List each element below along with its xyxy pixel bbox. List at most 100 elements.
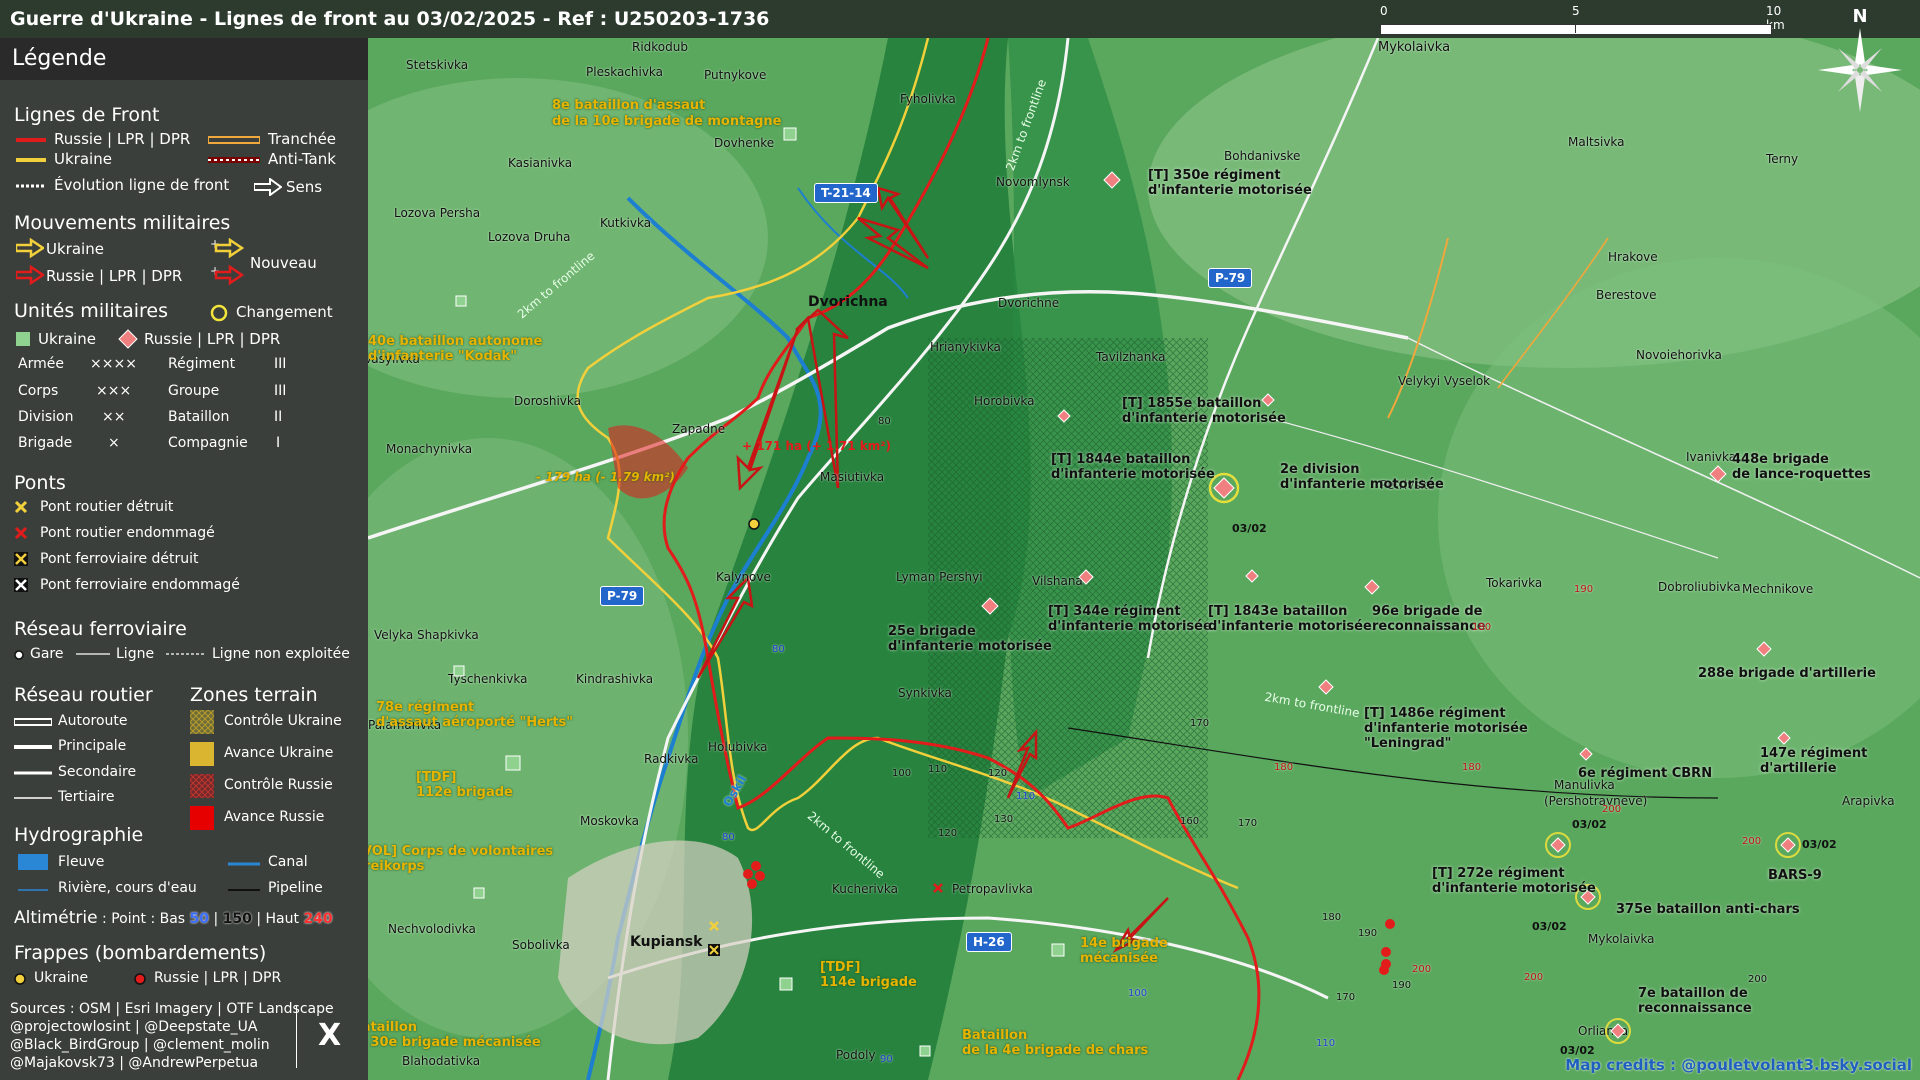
elevation-point: 180: [1472, 622, 1492, 633]
ru-unit-label: [T] 1844e bataillon: [1051, 452, 1191, 467]
echelon-regiment-label: Régiment: [168, 356, 236, 372]
road-bridge-destroyed-icon: [14, 500, 28, 514]
ru-unit-label: 25e brigade: [888, 624, 976, 639]
rail-heading: Réseau ferroviaire: [14, 618, 187, 640]
tertiary-road-symbol: [14, 797, 52, 799]
echelon-army-symbol: ××××: [90, 356, 137, 372]
map-view[interactable]: T-21-14 P-79 P-79 H-26 Ridkodub Mykolaiv…: [368, 38, 1920, 1080]
ru-unit-label: [T] 1855e bataillon: [1122, 396, 1262, 411]
canal-symbol: [228, 862, 260, 866]
front-heading: Lignes de Front: [14, 104, 160, 126]
elevation-point: 80: [772, 644, 785, 655]
ru-unit-label: d'infanterie motorisée: [1122, 411, 1286, 426]
sources-divider: [296, 1006, 297, 1068]
ru-unit-label: d'infanterie motorisée: [1048, 619, 1212, 634]
elevation-point: 100: [892, 768, 912, 779]
units-change-label: Changement: [236, 303, 333, 321]
scale-bar-graphic: [1380, 24, 1772, 35]
altimetry-low: 50: [189, 911, 210, 927]
elevation-point: 180: [1322, 912, 1342, 923]
ru-unit-label: [T] 350e régiment: [1148, 168, 1281, 183]
front-evolution-label: Évolution ligne de front: [54, 176, 230, 194]
direction-arrow-icon: [254, 178, 282, 196]
x-logo-icon[interactable]: X: [318, 1018, 341, 1053]
ru-unit-label: reconnaissance: [1372, 619, 1486, 634]
elevation-point: 100: [1128, 988, 1148, 999]
north-arrow-icon: N: [1810, 4, 1910, 114]
evolution-line-symbol: [16, 184, 46, 188]
elevation-point: 120: [938, 828, 958, 839]
units-ukraine-label: Ukraine: [38, 330, 96, 348]
elevation-point: 170: [1336, 992, 1356, 1003]
ru-unit-label: [T] 272e régiment: [1432, 866, 1565, 881]
elevation-point: 160: [1180, 816, 1200, 827]
elevation-point: 200: [1742, 836, 1762, 847]
elevation-point: 120: [988, 768, 1008, 779]
echelon-company-symbol: I: [276, 435, 281, 451]
zone-russia-control-swatch: [190, 774, 214, 798]
change-date: 03/02: [1802, 838, 1837, 851]
road-item-3: Tertiaire: [58, 789, 115, 805]
echelon-brigade-symbol: ×: [108, 435, 120, 451]
altimetry-mid: 150: [222, 911, 252, 927]
echelon-regiment-symbol: III: [274, 356, 287, 372]
echelon-corps-symbol: ×××: [96, 383, 132, 399]
ru-unit-label: d'infanterie motorisée: [1364, 721, 1528, 736]
rail-line-symbol: [76, 653, 110, 655]
hydro-stream-label: Rivière, cours d'eau: [58, 880, 197, 896]
rail-unused-symbol: [166, 653, 206, 655]
ua-unit-markers: [453, 127, 1801, 1057]
echelon-corps-label: Corps: [18, 383, 59, 399]
zone-item-2: Contrôle Russie: [224, 777, 333, 793]
russia-line-symbol: [16, 138, 46, 142]
ru-unit-label: 6e régiment CBRN: [1578, 766, 1713, 781]
movement-ukraine-label: Ukraine: [46, 240, 104, 258]
altimetry-text: : Point : Bas: [97, 911, 190, 927]
front-antitank-label: Anti-Tank: [268, 150, 336, 168]
ukraine-line-symbol: [16, 158, 46, 162]
bridge-item-2: Pont ferroviaire détruit: [40, 551, 199, 567]
zones-heading: Zones terrain: [190, 684, 318, 706]
elevation-point: 110: [1316, 1038, 1336, 1049]
echelon-army-label: Armée: [18, 356, 64, 372]
ru-unit-label: "Leningrad": [1364, 736, 1452, 751]
zone-russia-advance-swatch: [190, 806, 214, 830]
ru-unit-label: [T] 344e régiment: [1048, 604, 1181, 619]
elevation-point: 180: [1462, 762, 1482, 773]
zone-item-1: Avance Ukraine: [224, 745, 334, 761]
altimetry-label: Altimétrie: [14, 908, 98, 928]
map-credit[interactable]: Map credits : @pouletvolant3.bsky.social: [1565, 1056, 1912, 1074]
rail-station-label: Gare: [30, 646, 64, 662]
elevation-point: 130: [994, 814, 1014, 825]
movement-new-label: Nouveau: [250, 254, 317, 272]
front-trench-label: Tranchée: [268, 130, 337, 148]
ru-unit-label: d'infanterie motorisée: [1148, 183, 1312, 198]
elevation-point: 190: [1392, 980, 1412, 991]
russia-unit-diamond-icon: [118, 329, 138, 349]
trench-symbol: [208, 136, 260, 144]
echelon-battalion-label: Bataillon: [168, 409, 230, 425]
echelon-brigade-label: Brigade: [18, 435, 73, 451]
map-title: Guerre d'Ukraine - Lignes de front au 03…: [10, 8, 770, 30]
roads-heading: Réseau routier: [14, 684, 153, 706]
zone-item-0: Contrôle Ukraine: [224, 713, 342, 729]
ru-unit-label: d'infanterie motorisée: [1051, 467, 1215, 482]
antitank-symbol: [208, 157, 260, 163]
echelon-group-symbol: III: [274, 383, 287, 399]
bridges-heading: Ponts: [14, 472, 66, 494]
elevation-point: 200: [1748, 974, 1768, 985]
ru-unit-label: 147e régiment: [1760, 746, 1868, 761]
stream-symbol: [18, 889, 48, 891]
road-item-2: Secondaire: [58, 764, 137, 780]
hydro-river-label: Fleuve: [58, 854, 105, 870]
bridge-item-0: Pont routier détruit: [40, 499, 174, 515]
altimetry-row: Altimétrie : Point : Bas 50 | 150 | Haut…: [14, 908, 333, 928]
change-date: 03/02: [1572, 818, 1607, 831]
ru-unit-label: d'infanterie motorisée: [1280, 477, 1444, 492]
change-ring-icon: [210, 304, 228, 322]
new-movement-arrows-icon: + +: [210, 238, 244, 286]
source-line: Sources : OSM | Esri Imagery | OTF Lands…: [10, 1001, 334, 1017]
scale-label-5: 5: [1572, 4, 1580, 18]
source-line: @projectowlosint | @Deepstate_UA: [10, 1019, 258, 1035]
ru-unit-label: 96e brigade de: [1372, 604, 1483, 619]
